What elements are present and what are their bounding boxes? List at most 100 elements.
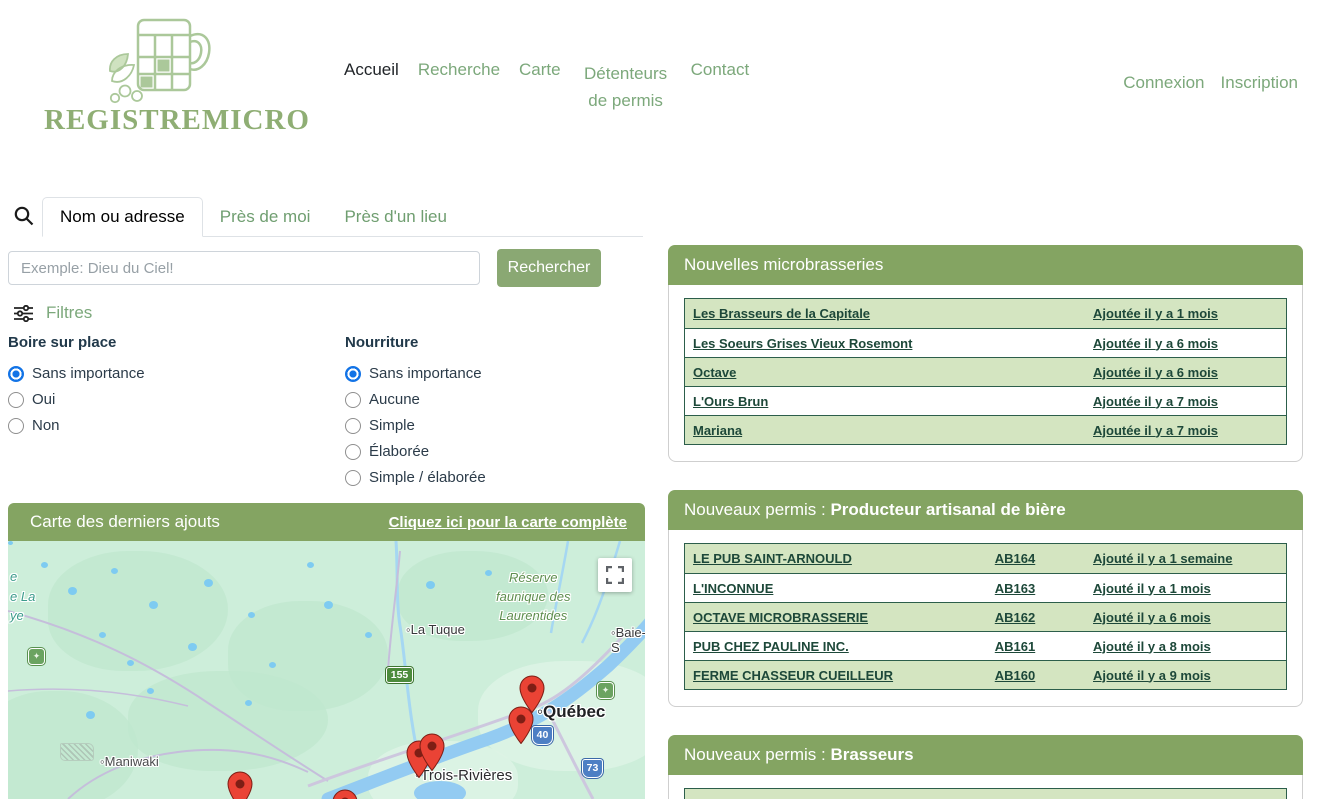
tab-pres-dun-lieu[interactable]: Près d'un lieu [327,197,463,236]
radio-option-sans-importance[interactable]: Sans importance [345,365,486,382]
panel-title-bold: Producteur artisanal de bière [830,500,1065,520]
map-marker-pin[interactable] [419,733,445,771]
radio-label: Non [32,417,60,434]
filters-header[interactable]: Filtres [14,303,92,323]
radio-button[interactable] [8,366,24,382]
full-map-link[interactable]: Cliquez ici pour la carte complète [389,514,627,531]
nav-item-accueil[interactable]: Accueil [344,60,399,80]
radio-option-non[interactable]: Non [8,417,148,434]
row-name-link[interactable]: L'INCONNUE [685,581,965,596]
nav-item-detenteurs-de-permis[interactable]: Détenteurs de permis [580,60,672,114]
table-row: L'INCONNUEAB163Ajouté il y a 1 mois [685,573,1286,602]
nav-item-recherche[interactable]: Recherche [418,60,500,80]
radio-option-simple[interactable]: Simple [345,417,486,434]
map-label-quebec: ◦Québec [537,702,605,722]
row-name-link[interactable]: FERME CHASSEUR CUEILLEUR [685,668,965,683]
row-name-link[interactable]: OCTAVE MICROBRASSERIE [685,610,965,625]
panel-title-prefix: Nouveaux permis : [684,745,830,765]
permits-brewers-table [684,788,1287,799]
map-marker-pin[interactable] [508,706,534,744]
row-permit-link[interactable]: AB164 [965,551,1065,566]
site-logo[interactable]: REGISTREMICRO [44,8,294,137]
fullscreen-icon [606,566,624,584]
row-added-link[interactable]: Ajoutée il y a 7 mois [1089,394,1286,409]
signup-link[interactable]: Inscription [1221,73,1298,93]
row-name-link[interactable]: Les Soeurs Grises Vieux Rosemont [685,336,1089,351]
radio-button[interactable] [345,470,361,486]
brand-name: REGISTREMICRO [44,104,294,137]
filter-groups: Boire sur placeSans importanceOuiNonNour… [8,334,486,495]
nav-item-carte[interactable]: Carte [519,60,561,80]
row-added-link[interactable]: Ajoutée il y a 6 mois [1089,336,1286,351]
panel-title-bold: Brasseurs [830,745,913,765]
radio-button[interactable] [345,392,361,408]
map-panel-title: Carte des derniers ajouts [30,512,220,532]
radio-option-oui[interactable]: Oui [8,391,148,408]
new-permits-artisanal-panel: Nouveaux permis : Producteur artisanal d… [668,490,1303,707]
row-added-link[interactable]: Ajouté il y a 8 mois [1065,639,1286,654]
login-link[interactable]: Connexion [1123,73,1204,93]
row-name-link[interactable]: L'Ours Brun [685,394,1089,409]
search-input[interactable] [8,251,480,285]
table-row: MarianaAjoutée il y a 7 mois [685,415,1286,444]
radio-button[interactable] [345,418,361,434]
row-added-link[interactable]: Ajouté il y a 6 mois [1065,610,1286,625]
radio-option-simple-elaboree[interactable]: Simple / élaborée [345,469,486,486]
radio-label: Oui [32,391,55,408]
panel-header: Nouveaux permis : Brasseurs [668,735,1303,775]
radio-button[interactable] [345,444,361,460]
radio-label: Sans importance [32,365,145,382]
row-added-link[interactable]: Ajouté il y a 1 semaine [1065,551,1286,566]
search-tabs: Nom ou adressePrès de moiPrès d'un lieu [42,197,464,237]
map-label-la-tuque: ◦La Tuque [406,622,465,637]
auth-links: Connexion Inscription [1123,73,1298,93]
row-permit-link[interactable]: AB163 [965,581,1065,596]
microbreweries-table: Les Brasseurs de la CapitaleAjoutée il y… [684,298,1287,445]
new-microbreweries-panel: Nouvelles microbrasseries Les Brasseurs … [668,245,1303,462]
row-permit-link[interactable]: AB160 [965,668,1065,683]
radio-button[interactable] [345,366,361,382]
route-shield-40: 40 [532,726,553,745]
search-icon [13,205,35,227]
filter-group-boire-sur-place: Boire sur placeSans importanceOuiNon [8,334,148,495]
row-added-link[interactable]: Ajoutée il y a 1 mois [1089,306,1286,321]
table-row: LE PUB SAINT-ARNOULDAB164Ajouté il y a 1… [685,544,1286,573]
tab-pres-de-moi[interactable]: Près de moi [203,197,328,236]
map-label-reserve-faunique-des-laurentides: Réserve faunique des Laurentides [496,569,570,626]
search-button[interactable]: Rechercher [497,249,601,287]
row-name-link[interactable]: Les Brasseurs de la Capitale [685,306,1089,321]
nav-item-contact[interactable]: Contact [691,60,750,80]
row-name-link[interactable]: LE PUB SAINT-ARNOULD [685,551,965,566]
radio-option-elaboree[interactable]: Élaborée [345,443,486,460]
table-row: PUB CHEZ PAULINE INC.AB161Ajouté il y a … [685,631,1286,660]
sliders-icon [14,305,33,322]
row-name-link[interactable]: PUB CHEZ PAULINE INC. [685,639,965,654]
row-added-link[interactable]: Ajoutée il y a 6 mois [1089,365,1286,380]
new-permits-brewers-panel: Nouveaux permis : Brasseurs [668,735,1303,799]
radio-option-sans-importance[interactable]: Sans importance [8,365,148,382]
row-permit-link[interactable]: AB161 [965,639,1065,654]
filter-group-nourriture: NourritureSans importanceAucuneSimpleÉla… [345,334,486,495]
radio-button[interactable] [8,418,24,434]
row-added-link[interactable]: Ajouté il y a 9 mois [1065,668,1286,683]
radio-button[interactable] [8,392,24,408]
row-name-link[interactable]: Octave [685,365,1089,380]
map-marker-pin[interactable] [227,771,253,799]
row-permit-link[interactable]: AB162 [965,610,1065,625]
map-label-baies: ◦Baie-S [611,625,645,655]
page: REGISTREMICRO Accueil Recherche Carte Déten… [0,0,1335,799]
map-canvas[interactable]: Réserve faunique des Laurentidese e La y… [8,541,645,799]
fullscreen-button[interactable] [598,558,632,592]
row-added-link[interactable]: Ajouté il y a 1 mois [1065,581,1286,596]
radio-option-aucune[interactable]: Aucune [345,391,486,408]
panel-title: Nouvelles microbrasseries [684,255,883,275]
table-row: OctaveAjoutée il y a 6 mois [685,357,1286,386]
row-added-link[interactable]: Ajoutée il y a 7 mois [1089,423,1286,438]
radio-label: Élaborée [369,443,429,460]
tab-nom-ou-adresse[interactable]: Nom ou adresse [42,197,203,237]
table-row: Les Brasseurs de la CapitaleAjoutée il y… [685,299,1286,328]
town-area-patch [60,743,94,761]
map-marker-pin[interactable] [332,789,358,799]
row-name-link[interactable]: Mariana [685,423,1089,438]
route-shield-73: 73 [582,759,603,778]
